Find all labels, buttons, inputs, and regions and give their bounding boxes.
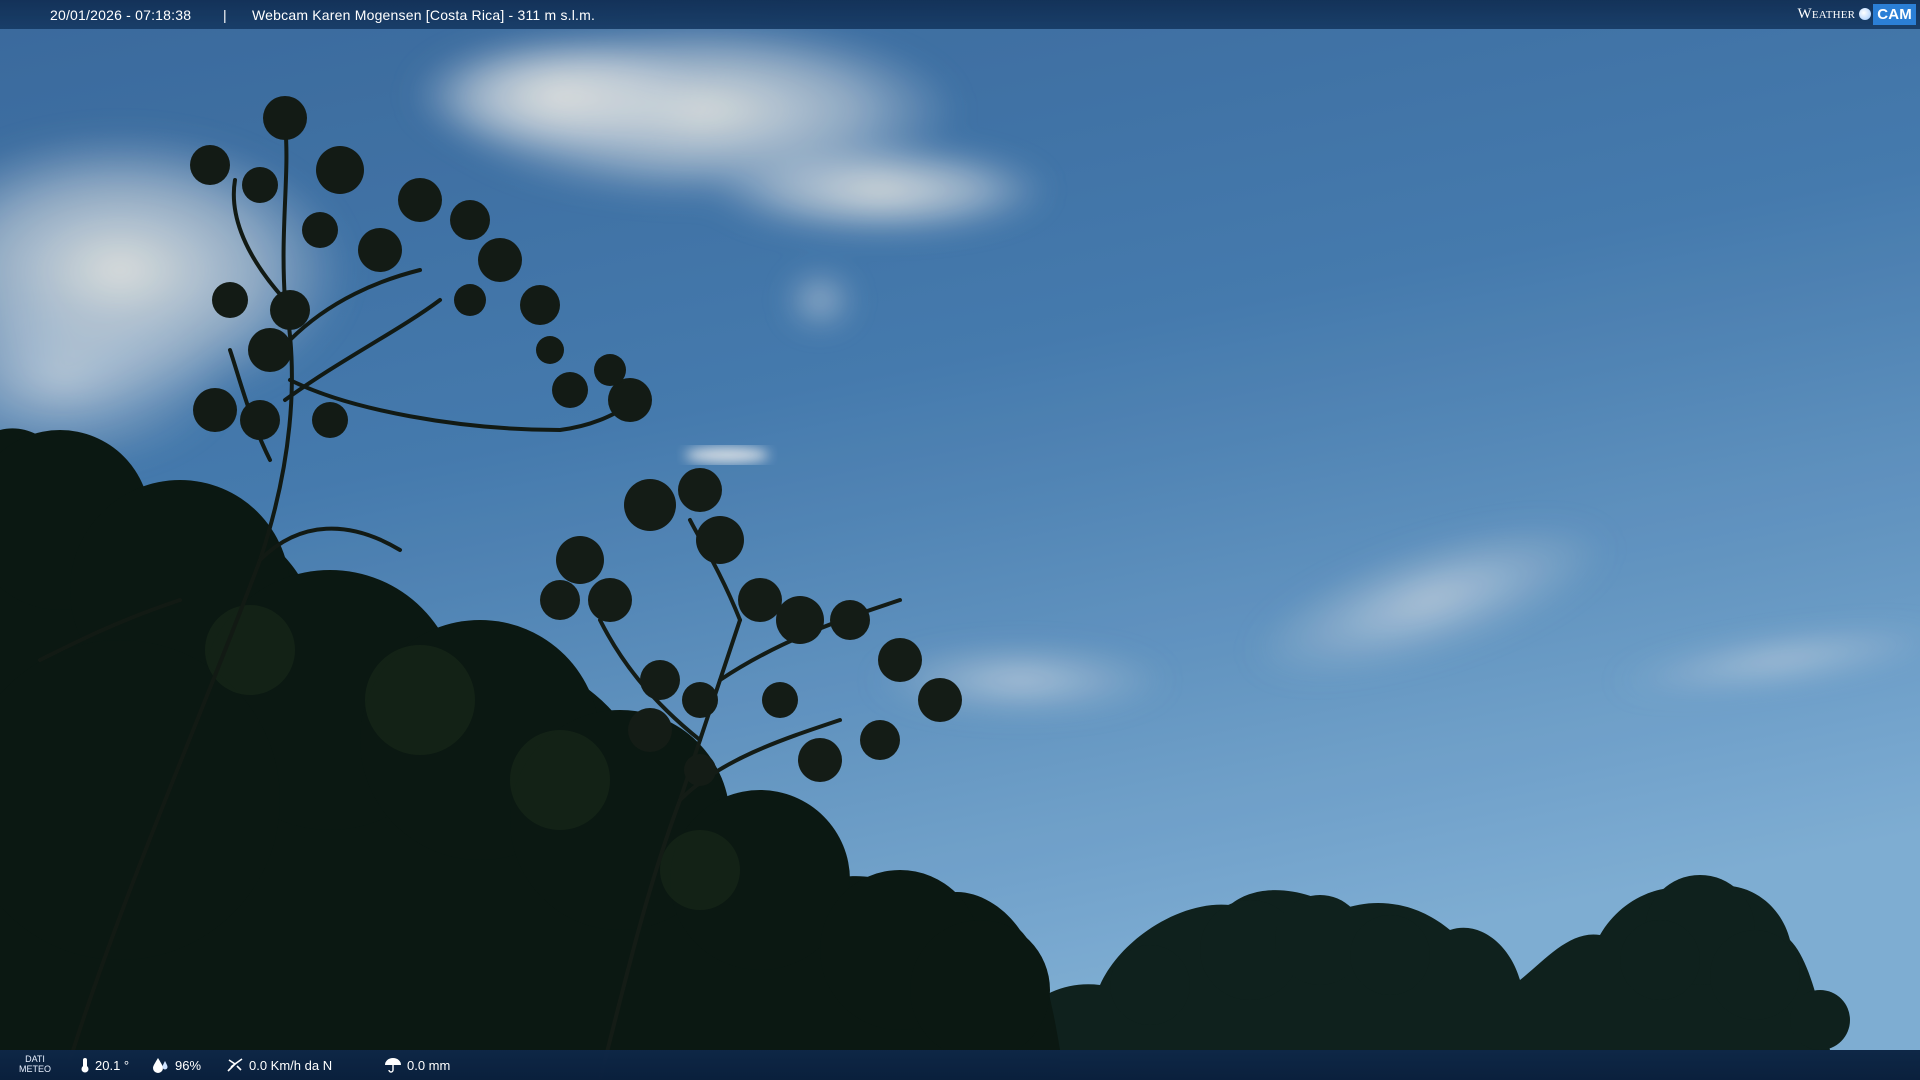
rain-value: 0.0 mm (407, 1057, 451, 1073)
humidity-value: 96% (175, 1057, 202, 1073)
humidity-readout: 96% (152, 1057, 201, 1073)
wind-readout: 0.0 Km/h da N (226, 1057, 332, 1073)
humidity-drop-icon (153, 1058, 168, 1073)
thermometer-icon (81, 1058, 89, 1073)
wind-value: 0.0 Km/h da N (249, 1057, 333, 1073)
rain-readout: 0.0 mm (384, 1057, 450, 1073)
separator: | (223, 7, 227, 23)
weathercam-logo[interactable]: Weather CAM (1797, 2, 1916, 26)
webcam-image (0, 0, 1920, 1080)
webcam-frame: 20/01/2026 - 07:18:38 | Webcam Karen Mog… (0, 0, 1920, 1080)
weather-bar: DATI METEO 20.1 ° 96% 0.0 Km/h da N 0.0 … (0, 1050, 1920, 1080)
meteo-data-label: DATI METEO (18, 1054, 52, 1074)
rain-umbrella-icon (385, 1058, 401, 1073)
temperature-readout: 20.1 ° (80, 1057, 129, 1073)
logo-word-weather: Weather (1797, 5, 1856, 22)
info-bar: 20/01/2026 - 07:18:38 | Webcam Karen Mog… (0, 0, 1920, 29)
vignette (0, 0, 1920, 1080)
logo-dot-icon (1859, 8, 1872, 20)
timestamp: 20/01/2026 - 07:18:38 (50, 7, 192, 23)
logo-word-cam: CAM (1873, 3, 1916, 25)
temperature-value: 20.1 ° (95, 1057, 130, 1073)
wind-vane-icon (227, 1058, 243, 1072)
meteo-label-line1: DATI (25, 1054, 45, 1064)
meteo-label-line2: METEO (18, 1064, 51, 1074)
webcam-title: Webcam Karen Mogensen [Costa Rica] - 311… (252, 7, 596, 23)
